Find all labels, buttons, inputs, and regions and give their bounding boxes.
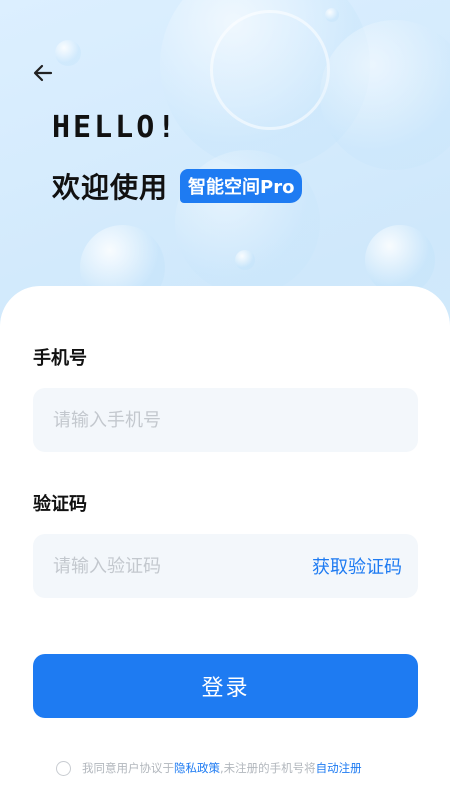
bg-ring — [210, 10, 330, 130]
bg-bubble — [365, 225, 435, 295]
phone-label: 手机号 — [33, 348, 87, 369]
bg-bubble — [320, 20, 450, 170]
back-button[interactable] — [28, 58, 58, 88]
login-button[interactable]: 登录 — [33, 654, 418, 718]
phone-input[interactable] — [33, 388, 418, 452]
privacy-policy-link[interactable]: 隐私政策 — [174, 760, 220, 776]
bg-bubble — [235, 250, 255, 270]
app-name-badge: 智能空间Pro — [180, 169, 303, 203]
hello-heading: HELLO! — [52, 110, 179, 145]
welcome-row: 欢迎使用 智能空间Pro — [52, 166, 303, 206]
phone-field — [33, 388, 418, 452]
get-code-button[interactable]: 获取验证码 — [312, 553, 402, 579]
agreement-middle: ,未注册的手机号将 — [220, 761, 316, 775]
bg-bubble — [325, 8, 339, 22]
login-screen: HELLO! 欢迎使用 智能空间Pro 手机号 验证码 获取验证码 登录 我同意… — [0, 0, 450, 800]
code-field: 获取验证码 — [33, 534, 418, 598]
welcome-heading: 欢迎使用 — [52, 171, 169, 204]
code-label: 验证码 — [33, 494, 87, 515]
agreement-checkbox[interactable] — [56, 760, 71, 776]
agreement-row: 我同意用户协议于 隐私政策 ,未注册的手机号将 自动注册 — [56, 760, 362, 776]
code-input[interactable] — [33, 534, 278, 598]
auto-register-link[interactable]: 自动注册 — [316, 760, 362, 776]
agreement-prefix: 我同意用户协议于 — [82, 761, 174, 775]
bg-bubble — [55, 40, 81, 66]
arrow-left-icon — [33, 64, 53, 82]
